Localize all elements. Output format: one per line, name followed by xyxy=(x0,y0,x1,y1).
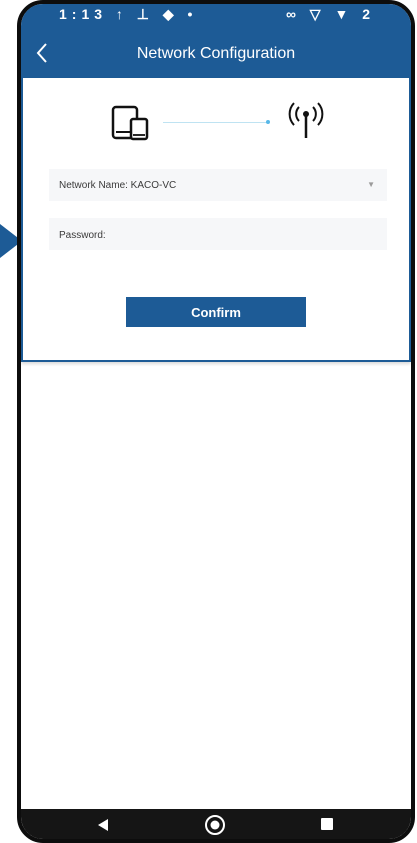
password-input[interactable] xyxy=(57,225,381,245)
confirm-button[interactable]: Confirm xyxy=(126,297,306,327)
circle-home-icon[interactable] xyxy=(204,814,226,836)
triangle-back-icon[interactable] xyxy=(97,819,109,831)
app-header: Network Configuration xyxy=(21,28,411,78)
status-bar: 1:13 ↑ ⊥ ◆ • ∞ ▽ ▼ 2 xyxy=(21,4,411,28)
status-left: 1:13 ↑ ⊥ ◆ • xyxy=(59,6,198,22)
status-right: ∞ ▽ ▼ 2 xyxy=(285,6,375,22)
connection-line xyxy=(163,122,267,123)
network-name-select[interactable]: Network Name: KACO-VC ▼ xyxy=(49,169,387,201)
wifi-antenna-icon xyxy=(288,102,324,138)
system-nav-bar xyxy=(21,809,411,839)
connection-dot xyxy=(266,120,270,124)
network-name-label: Network Name: KACO-VC xyxy=(59,180,177,191)
square-recent-icon[interactable] xyxy=(321,818,333,830)
configuration-card: Network Name: KACO-VC ▼ Confirm xyxy=(21,78,411,362)
caret-down-icon: ▼ xyxy=(367,180,375,189)
password-field-container xyxy=(49,218,387,250)
phone-tablet-icon xyxy=(111,105,149,141)
phone-frame: 1:13 ↑ ⊥ ◆ • ∞ ▽ ▼ 2 Network Configurati… xyxy=(17,0,415,843)
page-title: Network Configuration xyxy=(136,45,296,62)
